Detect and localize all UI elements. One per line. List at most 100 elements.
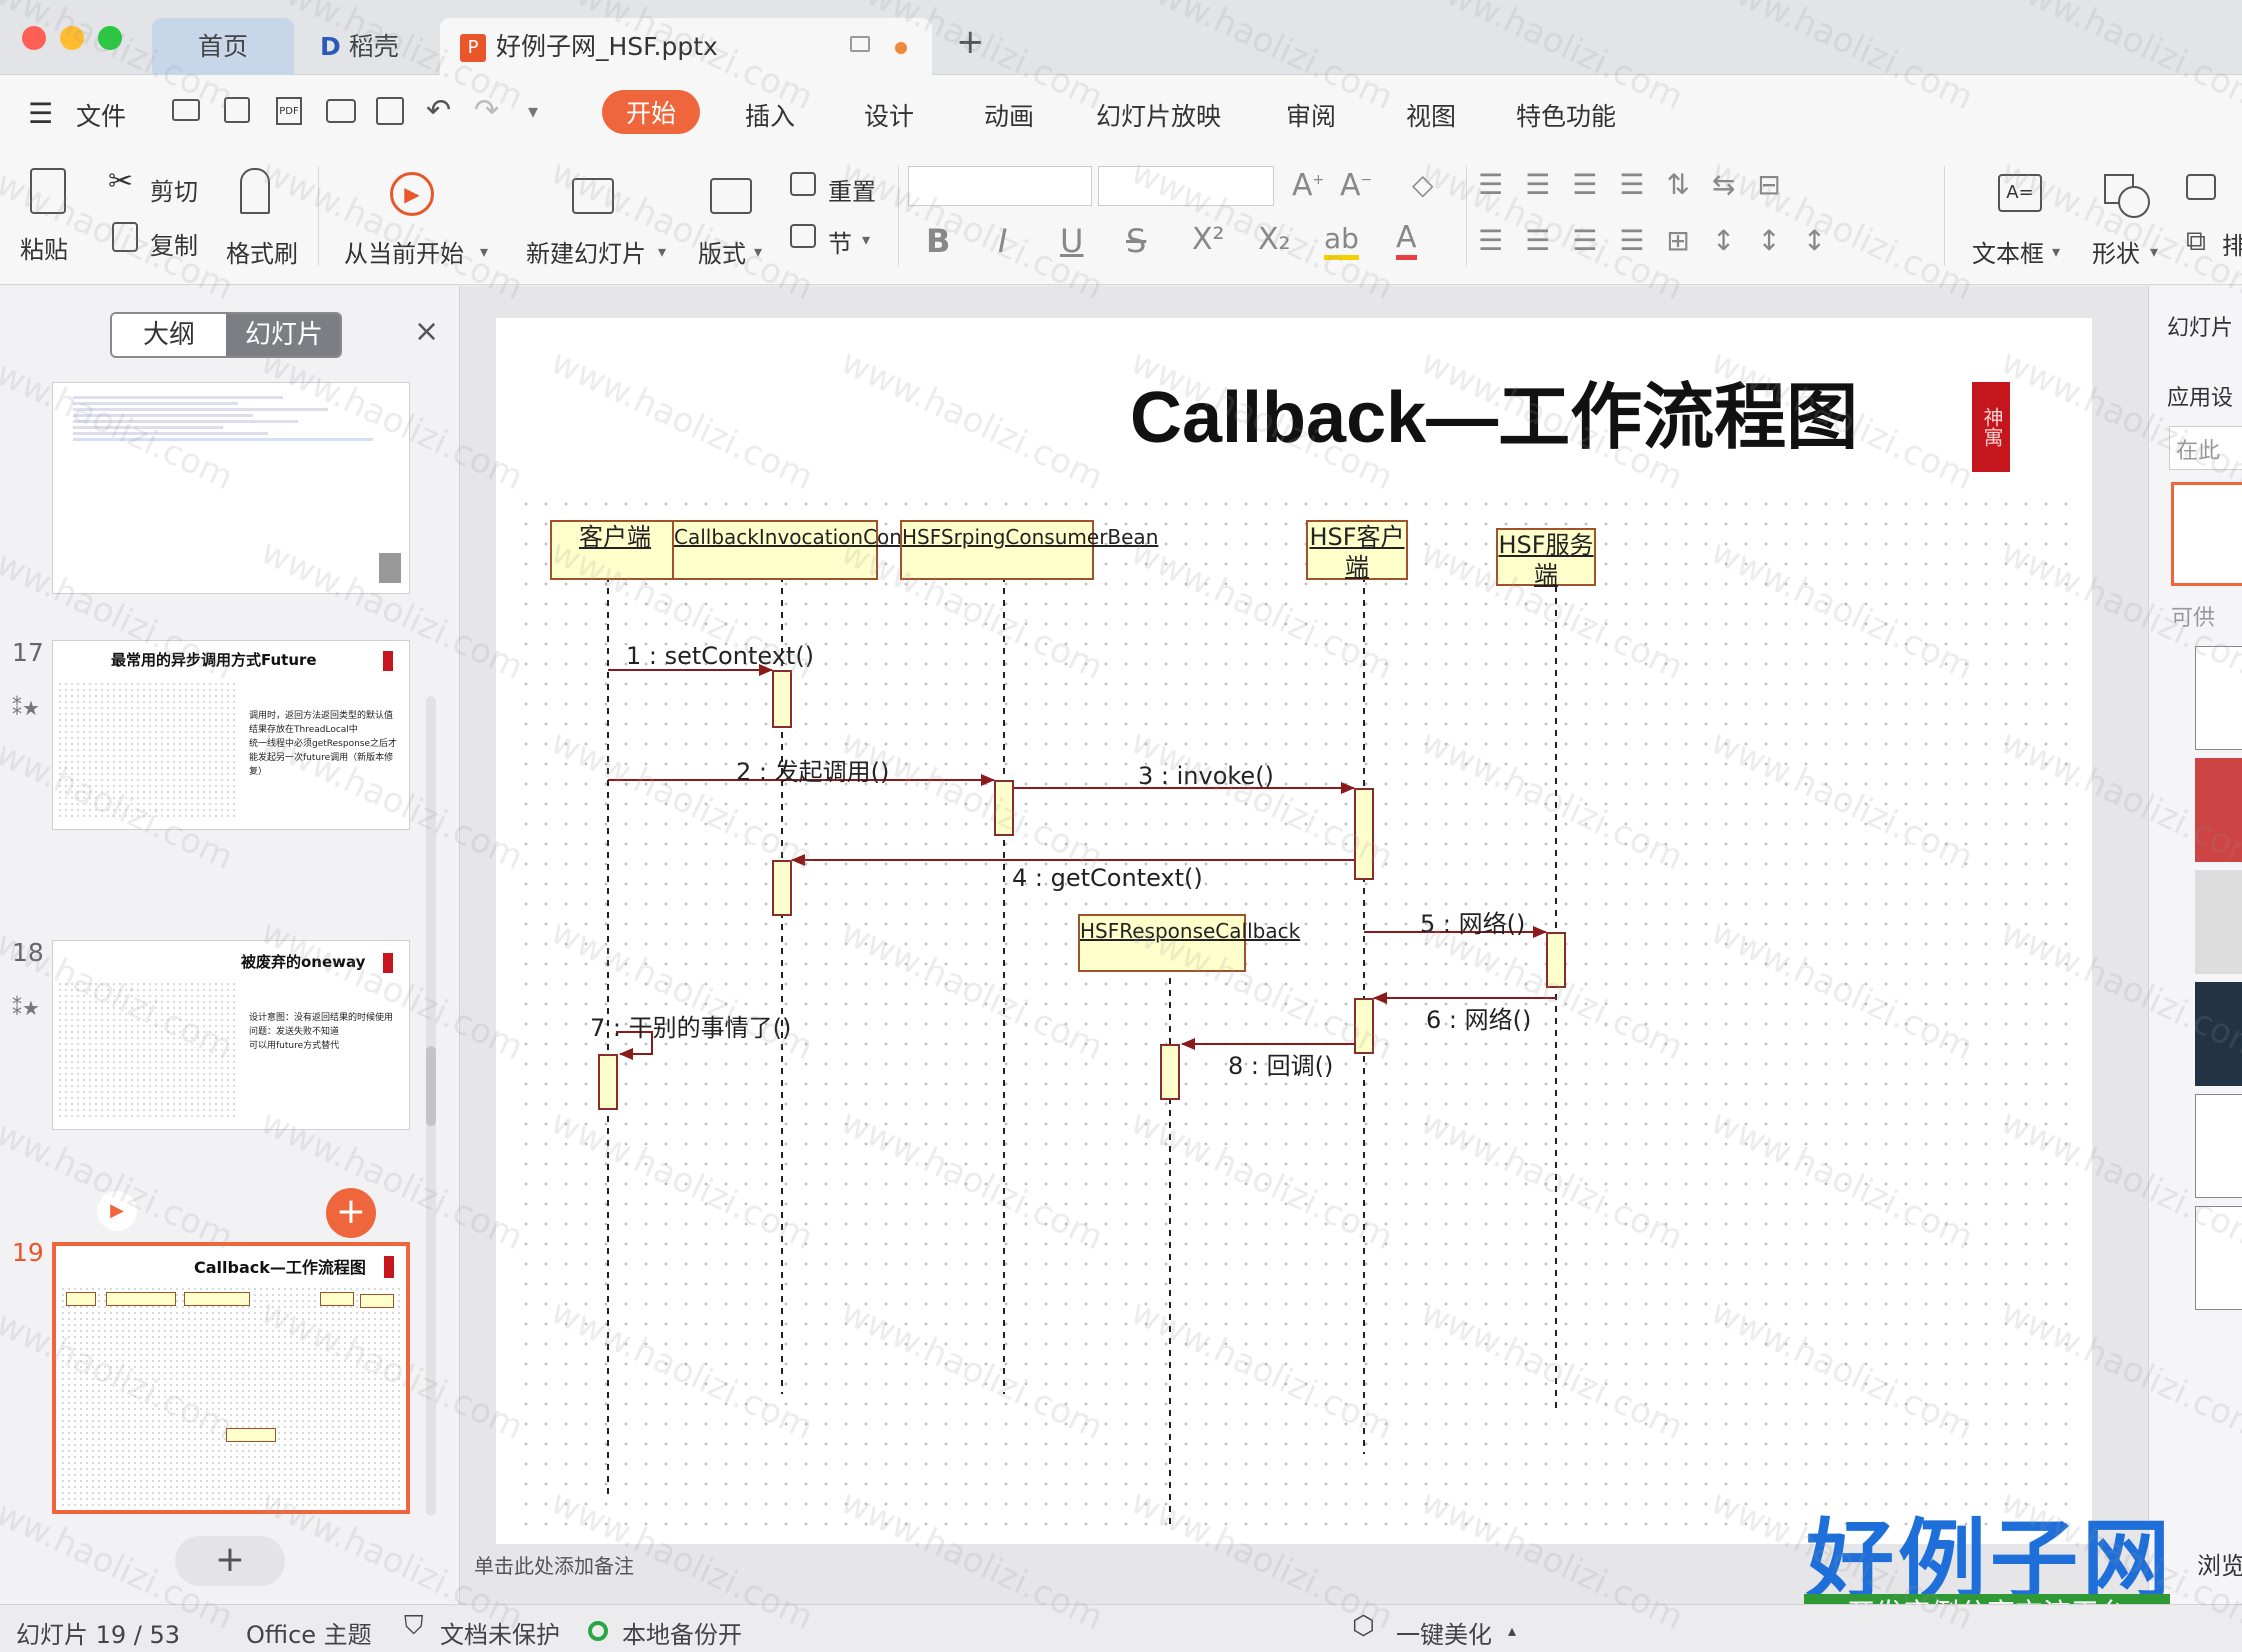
shape-button[interactable]: 形状 [2092, 234, 2140, 269]
textbox-chevron-icon[interactable]: ▾ [2052, 242, 2060, 261]
preview-icon[interactable] [376, 97, 404, 125]
lifeline-box-hsf-client[interactable]: HSF客户端 [1306, 520, 1408, 581]
section-icon[interactable] [790, 224, 816, 248]
menu-design[interactable]: 设计 [864, 97, 914, 133]
section-button[interactable]: 节 [828, 224, 852, 259]
message-label-3[interactable]: 3 : invoke() [1138, 762, 1274, 790]
font-color-icon[interactable]: A [1396, 220, 1417, 260]
layout-button[interactable]: 版式 [698, 234, 746, 269]
lifeline-box-hsf-server[interactable]: HSF服务端 [1496, 528, 1596, 589]
play-chevron-icon[interactable]: ▾ [480, 242, 488, 261]
menu-review[interactable]: 审阅 [1286, 97, 1336, 133]
section-chevron-icon[interactable]: ▾ [862, 230, 870, 249]
lifeline-box-consumer-bean[interactable]: HSFSrpingConsumerBean [900, 520, 1158, 580]
play-icon[interactable]: ▶ [390, 172, 434, 216]
right-pane-search-input[interactable]: 在此 [2169, 426, 2242, 470]
open-folder-icon[interactable] [172, 99, 200, 121]
superscript-icon[interactable]: X² [1192, 222, 1225, 257]
screen-icon[interactable] [850, 36, 870, 52]
browse-button[interactable]: 浏览 [2197, 1546, 2242, 1581]
copy-icon[interactable] [112, 222, 138, 252]
new-slide-icon[interactable] [572, 178, 614, 214]
paragraph-tools-row1[interactable]: ☰☰☰☰⇅⇆⊟ [1478, 168, 1803, 201]
reset-icon[interactable] [790, 172, 816, 196]
scrollbar-thumb[interactable] [426, 1046, 436, 1126]
textbox-button[interactable]: 文本框 [1972, 234, 2044, 269]
cut-button[interactable]: 剪切 [150, 172, 198, 207]
new-tab-button[interactable]: + [956, 22, 985, 62]
template-option[interactable] [2195, 1206, 2242, 1310]
font-size-select[interactable] [1098, 166, 1274, 206]
arrange-icon[interactable]: ⧉ [2186, 224, 2206, 258]
menu-features[interactable]: 特色功能 [1516, 97, 1616, 133]
template-option[interactable] [2195, 646, 2242, 750]
tab-slides[interactable]: 幻灯片 [226, 314, 340, 356]
menu-file[interactable]: 文件 [76, 97, 126, 133]
layout-option-selected[interactable] [2171, 482, 2242, 586]
layout-chevron-icon[interactable]: ▾ [754, 242, 762, 261]
menu-start[interactable]: 开始 [602, 90, 701, 134]
paragraph-tools-row2[interactable]: ☰☰☰☰⊞↕↕↕ [1478, 224, 1848, 257]
highlight-icon[interactable]: ab [1324, 222, 1359, 260]
font-name-select[interactable] [908, 166, 1092, 206]
message-label-6[interactable]: 6 : 网络() [1426, 1000, 1531, 1035]
undo-icon[interactable]: ↶ [426, 93, 451, 128]
tab-document[interactable]: P 好例子网_HSF.pptx [440, 18, 932, 75]
clear-format-icon[interactable]: ◇ [1412, 168, 1434, 201]
close-window-button[interactable] [22, 26, 46, 50]
lifeline-box-callback-context[interactable]: CallbackInvocationContext [672, 520, 941, 580]
template-option[interactable] [2195, 1094, 2242, 1198]
protection-status[interactable]: 文档未保护 [440, 1615, 560, 1650]
thumbnail-slide-19-selected[interactable]: Callback—工作流程图 [52, 1242, 410, 1514]
minimize-window-button[interactable] [60, 26, 84, 50]
menu-animation[interactable]: 动画 [984, 97, 1034, 133]
format-painter-button[interactable]: 格式刷 [226, 234, 298, 269]
new-slide-button[interactable]: 新建幻灯片 [526, 234, 646, 269]
template-option[interactable] [2195, 982, 2242, 1086]
tab-daoke[interactable]: D 稻壳 [300, 18, 440, 75]
thumbnail-slide-16[interactable] [52, 382, 410, 594]
tab-outline[interactable]: 大纲 [112, 314, 226, 356]
font-shrink-icon[interactable]: A− [1340, 168, 1372, 203]
menu-insert[interactable]: 插入 [745, 97, 795, 133]
maximize-window-button[interactable] [98, 26, 122, 50]
lifeline-box-response-callback[interactable]: HSFResponseCallback [1078, 914, 1300, 972]
message-label-1[interactable]: 1 : setContext() [626, 642, 814, 670]
thumbnail-slide-18[interactable]: 被废弃的oneway 设计意图：没有返回结果的时候使用 问题：发送失败不知道 可… [52, 940, 410, 1231]
one-click-beautify[interactable]: 一键美化 [1396, 1615, 1492, 1650]
font-grow-icon[interactable]: A+ [1292, 168, 1324, 203]
paste-button[interactable] [18, 160, 78, 220]
customize-chevron-icon[interactable]: ▾ [528, 99, 538, 123]
scissors-icon[interactable]: ✂ [108, 164, 133, 199]
theme-name[interactable]: Office 主题 [246, 1615, 372, 1650]
image-icon[interactable] [2186, 174, 2216, 200]
italic-icon[interactable]: I [998, 222, 1007, 260]
new-slide-chevron-icon[interactable]: ▾ [658, 242, 666, 261]
message-label-2[interactable]: 2 : 发起调用() [736, 752, 889, 787]
menu-view[interactable]: 视图 [1406, 97, 1456, 133]
paste-label[interactable]: 粘贴 [20, 230, 68, 265]
format-painter-icon[interactable] [240, 168, 270, 214]
menu-slideshow[interactable]: 幻灯片放映 [1096, 97, 1221, 133]
message-label-7[interactable]: 7 : 干别的事情了() [590, 1008, 791, 1043]
thumbnail-slide-17[interactable]: 最常用的异步调用方式Future 调用时，返回方法返回类型的默认值 结果存放在T… [52, 640, 410, 830]
template-option[interactable] [2195, 758, 2242, 862]
print-icon[interactable] [326, 99, 356, 123]
play-slide-icon[interactable]: ▶ [97, 1191, 137, 1231]
lifeline-box-client[interactable]: 客户端 [550, 520, 680, 580]
sequence-diagram[interactable]: 客户端 CallbackInvocationContext HSFSrpingC… [516, 494, 2072, 1534]
strikethrough-icon[interactable]: S [1126, 222, 1146, 260]
shape-chevron-icon[interactable]: ▾ [2150, 242, 2158, 261]
subscript-icon[interactable]: X₂ [1258, 222, 1291, 257]
message-label-8[interactable]: 8 : 回调() [1228, 1046, 1333, 1081]
copy-button[interactable]: 复制 [150, 226, 198, 261]
notes-placeholder[interactable]: 单击此处添加备注 [474, 1550, 634, 1579]
close-pane-button[interactable]: × [414, 314, 439, 349]
slide-title[interactable]: Callback—工作流程图 [1130, 358, 1858, 463]
redo-icon[interactable]: ↷ [474, 93, 499, 128]
beautify-chevron-icon[interactable]: ▴ [1508, 1621, 1516, 1640]
play-current-button[interactable]: 从当前开始 [344, 234, 464, 269]
slide-canvas[interactable]: Callback—工作流程图 神寓 客户端 CallbackInvocation… [496, 318, 2092, 1544]
bold-icon[interactable]: B [926, 222, 950, 260]
pdf-icon[interactable]: PDF [276, 97, 302, 125]
